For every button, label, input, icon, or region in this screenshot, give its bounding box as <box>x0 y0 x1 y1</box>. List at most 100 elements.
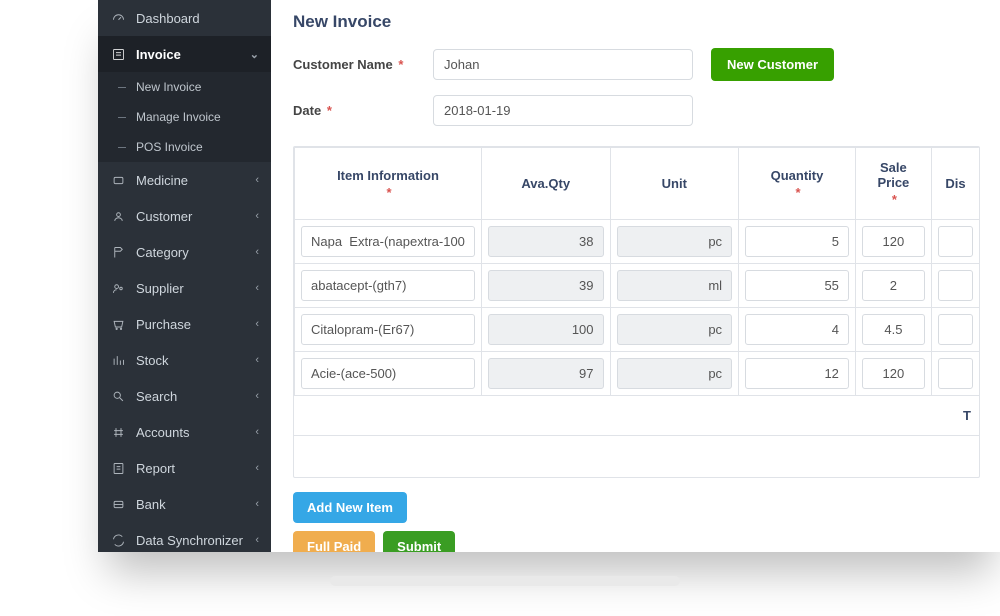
sidebar-item-label: Medicine <box>136 173 188 188</box>
sidebar-item-customer[interactable]: Customer ‹ <box>98 198 271 234</box>
chevron-left-icon: ‹ <box>255 426 259 438</box>
category-icon <box>110 244 126 260</box>
form-row-customer: Customer Name * New Customer <box>293 48 980 81</box>
table-row <box>295 264 980 308</box>
sidebar-sub-manage-invoice[interactable]: Manage Invoice <box>98 102 271 132</box>
chevron-left-icon: ‹ <box>255 282 259 294</box>
sale-price-input[interactable] <box>862 358 925 389</box>
sidebar-sub-pos-invoice[interactable]: POS Invoice <box>98 132 271 162</box>
sidebar-item-label: Search <box>136 389 177 404</box>
customer-name-input[interactable] <box>433 49 693 80</box>
chevron-left-icon: ‹ <box>255 174 259 186</box>
medicine-icon <box>110 172 126 188</box>
discount-input[interactable] <box>938 314 973 345</box>
date-input[interactable] <box>433 95 693 126</box>
sidebar-item-supplier[interactable]: Supplier ‹ <box>98 270 271 306</box>
sidebar: Dashboard Invoice ⌄ New Invoice Manage I… <box>98 0 271 552</box>
stock-icon <box>110 352 126 368</box>
sidebar-item-purchase[interactable]: Purchase ‹ <box>98 306 271 342</box>
bank-icon <box>110 496 126 512</box>
sidebar-item-label: Category <box>136 245 189 260</box>
discount-input[interactable] <box>938 270 973 301</box>
sidebar-item-data-synchronizer[interactable]: Data Synchronizer ‹ <box>98 522 271 552</box>
item-name-input[interactable] <box>301 314 475 345</box>
available-qty-input <box>488 270 604 301</box>
chevron-left-icon: ‹ <box>255 498 259 510</box>
dashboard-icon <box>110 10 126 26</box>
sidebar-item-label: Data Synchronizer <box>136 533 243 548</box>
item-name-input[interactable] <box>301 226 475 257</box>
new-customer-button[interactable]: New Customer <box>711 48 834 81</box>
sidebar-item-invoice[interactable]: Invoice ⌄ <box>98 36 271 72</box>
table-row <box>295 220 980 264</box>
customer-icon <box>110 208 126 224</box>
available-qty-input <box>488 226 604 257</box>
table-row <box>295 352 980 396</box>
quantity-input[interactable] <box>745 358 849 389</box>
page-title: New Invoice <box>293 12 980 32</box>
quantity-input[interactable] <box>745 270 849 301</box>
invoice-icon <box>110 46 126 62</box>
available-qty-input <box>488 314 604 345</box>
device-frame-bar <box>330 576 680 586</box>
chevron-left-icon: ‹ <box>255 246 259 258</box>
col-sale-price: Sale Price* <box>855 148 931 220</box>
sidebar-item-search[interactable]: Search ‹ <box>98 378 271 414</box>
sidebar-item-bank[interactable]: Bank ‹ <box>98 486 271 522</box>
sidebar-submenu-invoice: New Invoice Manage Invoice POS Invoice <box>98 72 271 162</box>
col-ava-qty: Ava.Qty <box>481 148 610 220</box>
quantity-input[interactable] <box>745 226 849 257</box>
item-name-input[interactable] <box>301 270 475 301</box>
sale-price-input[interactable] <box>862 270 925 301</box>
discount-input[interactable] <box>938 226 973 257</box>
sidebar-item-label: Invoice <box>136 47 181 62</box>
unit-input <box>617 226 733 257</box>
sidebar-item-medicine[interactable]: Medicine ‹ <box>98 162 271 198</box>
sidebar-item-label: Purchase <box>136 317 191 332</box>
sale-price-input[interactable] <box>862 314 925 345</box>
sidebar-item-dashboard[interactable]: Dashboard <box>98 0 271 36</box>
sidebar-item-label: Customer <box>136 209 192 224</box>
sidebar-item-stock[interactable]: Stock ‹ <box>98 342 271 378</box>
sidebar-item-label: Stock <box>136 353 169 368</box>
sidebar-item-report[interactable]: Report ‹ <box>98 450 271 486</box>
sidebar-sub-new-invoice[interactable]: New Invoice <box>98 72 271 102</box>
sidebar-item-label: Accounts <box>136 425 189 440</box>
item-name-input[interactable] <box>301 358 475 389</box>
table-row <box>295 308 980 352</box>
chevron-left-icon: ‹ <box>255 534 259 546</box>
chevron-down-icon: ⌄ <box>250 48 259 61</box>
add-new-item-button[interactable]: Add New Item <box>293 492 407 523</box>
sidebar-item-category[interactable]: Category ‹ <box>98 234 271 270</box>
customer-name-label: Customer Name * <box>293 57 433 72</box>
chevron-left-icon: ‹ <box>255 318 259 330</box>
unit-input <box>617 270 733 301</box>
sidebar-item-label: Supplier <box>136 281 184 296</box>
chevron-left-icon: ‹ <box>255 354 259 366</box>
sidebar-item-label: Report <box>136 461 175 476</box>
main-content: New Invoice Customer Name * New Customer… <box>271 0 1000 552</box>
table-header-row: Item Information * Ava.Qty Unit Quantity… <box>295 148 980 220</box>
unit-input <box>617 358 733 389</box>
supplier-icon <box>110 280 126 296</box>
quantity-input[interactable] <box>745 314 849 345</box>
purchase-icon <box>110 316 126 332</box>
col-unit: Unit <box>610 148 739 220</box>
col-quantity: Quantity * <box>739 148 856 220</box>
discount-input[interactable] <box>938 358 973 389</box>
search-icon <box>110 388 126 404</box>
sidebar-item-accounts[interactable]: Accounts ‹ <box>98 414 271 450</box>
col-discount: Dis <box>931 148 979 220</box>
sidebar-item-label: Bank <box>136 497 166 512</box>
full-paid-button[interactable]: Full Paid <box>293 531 375 552</box>
available-qty-input <box>488 358 604 389</box>
unit-input <box>617 314 733 345</box>
chevron-left-icon: ‹ <box>255 462 259 474</box>
report-icon <box>110 460 126 476</box>
sale-price-input[interactable] <box>862 226 925 257</box>
accounts-icon <box>110 424 126 440</box>
sidebar-item-label: Dashboard <box>136 11 200 26</box>
col-item: Item Information * <box>295 148 482 220</box>
submit-button[interactable]: Submit <box>383 531 455 552</box>
date-label: Date * <box>293 103 433 118</box>
